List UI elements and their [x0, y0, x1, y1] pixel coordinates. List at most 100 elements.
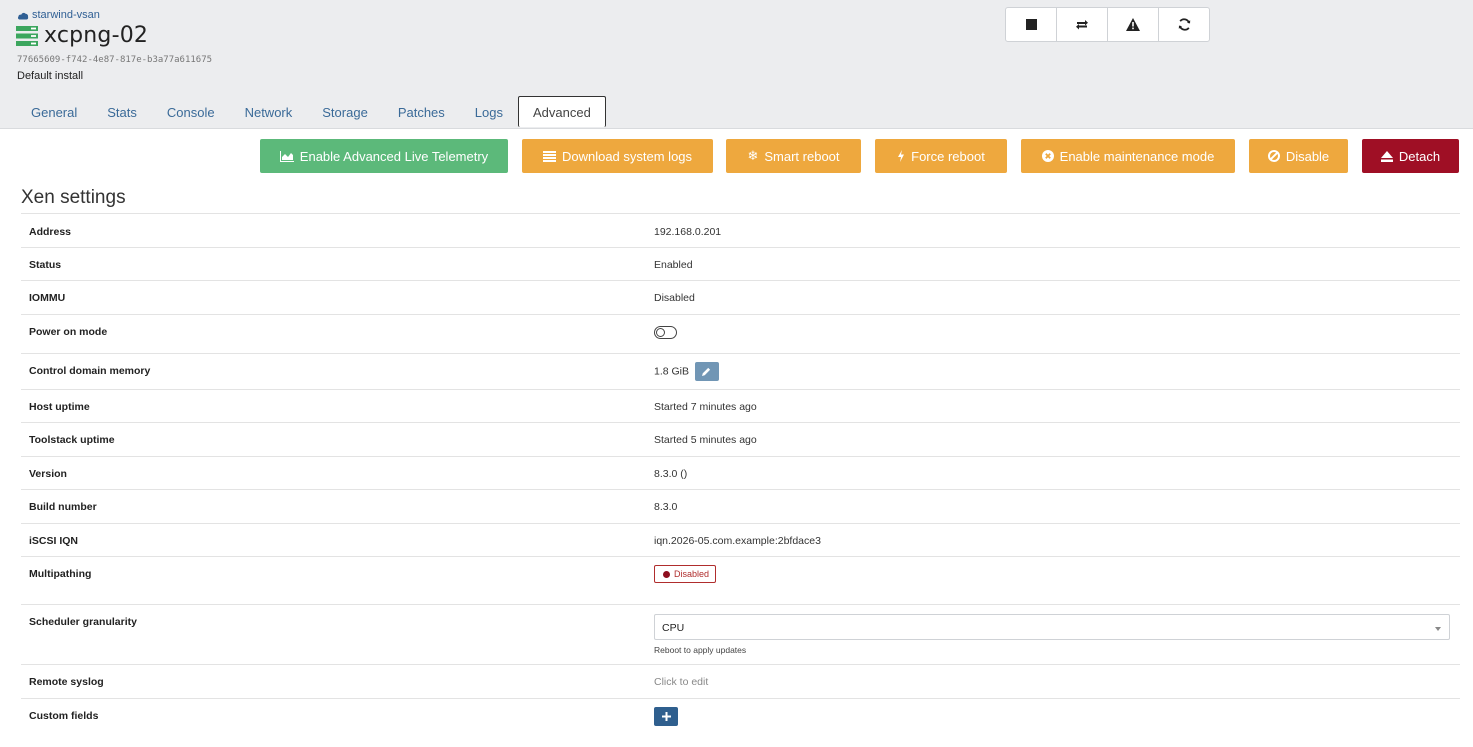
tab-logs[interactable]: Logs — [460, 96, 518, 126]
disable-host-label: Disable — [1285, 148, 1330, 164]
iommu-label: IOMMU — [29, 292, 66, 304]
tab-stats[interactable]: Stats — [92, 96, 152, 126]
add-custom-field-button[interactable] — [654, 707, 678, 726]
version-value: 8.3.0 () — [654, 468, 688, 480]
maintenance-mode-button[interactable]: Enable maintenance mode — [1021, 139, 1235, 173]
power-on-mode-row: Power on mode — [21, 314, 1460, 353]
version-row: Version 8.3.0 () — [21, 456, 1460, 489]
bolt-icon — [898, 150, 905, 162]
times-circle-icon — [1041, 150, 1054, 162]
control-domain-memory-value: 1.8 GiB — [654, 365, 690, 378]
tab-patches[interactable]: Patches — [383, 96, 460, 126]
scheduler-granularity-row: Scheduler granularity CPU Reboot to appl… — [21, 604, 1460, 664]
remote-syslog-edit[interactable]: Click to edit — [654, 676, 708, 688]
power-on-mode-toggle[interactable] — [654, 326, 677, 339]
host-name[interactable]: xcpng-02 — [44, 23, 148, 48]
power-on-mode-toggle-wrap — [654, 326, 677, 339]
stop-button[interactable] — [1006, 8, 1057, 41]
scheduler-granularity-selected: CPU — [662, 622, 685, 634]
status-value: Enabled — [654, 259, 693, 271]
tab-network[interactable]: Network — [230, 96, 308, 126]
download-logs-button[interactable]: Download system logs — [522, 139, 713, 173]
multipathing-badge-label: Disabled — [674, 569, 710, 579]
status-label: Status — [29, 259, 62, 271]
restart-toolstack-button[interactable] — [1057, 8, 1108, 41]
address-value: 192.168.0.201 — [654, 226, 722, 238]
control-domain-memory-cell: 1.8 GiB — [654, 362, 719, 381]
stop-icon — [1025, 19, 1037, 30]
tab-console[interactable]: Console — [152, 96, 230, 126]
pool-name[interactable]: starwind-vsan — [32, 9, 100, 21]
smart-reboot-label: Smart reboot — [764, 148, 840, 164]
power-on-mode-label: Power on mode — [29, 326, 108, 338]
host-description[interactable]: Default install — [17, 70, 83, 82]
custom-fields-row: Custom fields — [21, 698, 1460, 732]
toolstack-uptime-label: Toolstack uptime — [29, 434, 115, 446]
multipathing-row: Multipathing Disabled — [21, 556, 1460, 604]
custom-fields-cell — [654, 707, 678, 726]
detach-host-button[interactable]: Detach — [1362, 139, 1459, 173]
refresh-icon — [1178, 18, 1190, 31]
restart-toolstack-icon — [1076, 20, 1088, 30]
snowflake-icon: ❄ — [747, 148, 759, 164]
host-uptime-row: Host uptime Started 7 minutes ago — [21, 389, 1460, 422]
multipathing-label: Multipathing — [29, 568, 92, 580]
smart-reboot-button[interactable]: ❄ Smart reboot — [726, 139, 861, 173]
host-action-icons — [1005, 7, 1210, 42]
enable-telemetry-button[interactable]: Enable Advanced Live Telemetry — [260, 139, 508, 173]
host-uptime-label: Host uptime — [29, 401, 90, 413]
build-number-label: Build number — [29, 501, 97, 513]
scheduler-granularity-select[interactable]: CPU — [654, 614, 1450, 640]
pool-link[interactable]: starwind-vsan — [17, 9, 100, 21]
plus-icon — [661, 712, 671, 721]
eject-icon — [1380, 150, 1393, 162]
iommu-value: Disabled — [654, 292, 695, 304]
detach-host-label: Detach — [1398, 148, 1441, 164]
edit-memory-button[interactable] — [694, 362, 719, 381]
remote-syslog-label: Remote syslog — [29, 676, 104, 688]
control-domain-memory-row: Control domain memory 1.8 GiB — [21, 353, 1460, 389]
tab-general[interactable]: General — [16, 96, 92, 126]
area-chart-icon — [279, 150, 294, 162]
scheduler-granularity-help: Reboot to apply updates — [654, 645, 747, 655]
multipathing-cell: Disabled — [654, 565, 717, 583]
toolstack-uptime-value: Started 5 minutes ago — [654, 434, 757, 446]
custom-fields-label: Custom fields — [29, 710, 99, 722]
iommu-row: IOMMU Disabled — [21, 280, 1460, 314]
iscsi-iqn-value[interactable]: iqn.2026-05.com.example:2bfdace3 — [654, 535, 821, 547]
tab-storage[interactable]: Storage — [307, 96, 383, 126]
multipathing-toggle-badge[interactable]: Disabled — [654, 565, 717, 583]
disable-host-button[interactable]: Disable — [1249, 139, 1348, 173]
host-uptime-value: Started 7 minutes ago — [654, 401, 757, 413]
control-domain-memory-label: Control domain memory — [29, 365, 151, 377]
host-header: starwind-vsan xcpng-02 77665609-f742-4e8… — [0, 0, 1473, 129]
toolstack-uptime-row: Toolstack uptime Started 5 minutes ago — [21, 422, 1460, 456]
status-row: Status Enabled — [21, 247, 1460, 280]
ban-icon — [1267, 150, 1280, 162]
iscsi-iqn-row: iSCSI IQN iqn.2026-05.com.example:2bfdac… — [21, 523, 1460, 556]
pencil-icon — [702, 367, 711, 376]
build-number-value: 8.3.0 — [654, 501, 678, 513]
scheduler-granularity-label: Scheduler granularity — [29, 616, 137, 628]
version-label: Version — [29, 468, 67, 480]
host-tabs: General Stats Console Network Storage Pa… — [16, 96, 606, 127]
force-reboot-button[interactable]: Force reboot — [875, 139, 1007, 173]
host-uuid: 77665609-f742-4e87-817e-b3a77a611675 — [17, 55, 213, 65]
address-row: Address 192.168.0.201 — [21, 213, 1460, 247]
emergency-shutdown-button[interactable] — [1108, 8, 1159, 41]
server-icon — [16, 25, 38, 46]
action-bar: Enable Advanced Live Telemetry Download … — [0, 139, 1473, 173]
download-logs-label: Download system logs — [561, 148, 693, 164]
remote-syslog-row: Remote syslog Click to edit — [21, 664, 1460, 698]
force-reboot-label: Force reboot — [911, 148, 985, 164]
cloud-icon — [17, 12, 29, 19]
enable-telemetry-label: Enable Advanced Live Telemetry — [299, 148, 489, 164]
xen-settings-table: Address 192.168.0.201 Status Enabled IOM… — [21, 213, 1460, 732]
address-label: Address — [29, 226, 72, 238]
status-dot-icon — [663, 570, 670, 578]
build-number-row: Build number 8.3.0 — [21, 489, 1460, 523]
xen-settings-title: Xen settings — [21, 187, 126, 208]
tab-advanced[interactable]: Advanced — [518, 96, 606, 127]
caret-down-icon — [1435, 627, 1441, 631]
refresh-button[interactable] — [1159, 8, 1209, 41]
